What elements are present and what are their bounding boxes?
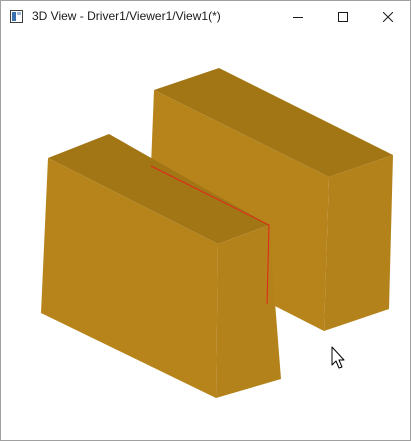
app-window-icon [10,10,23,23]
maximize-button[interactable] [320,1,365,32]
3d-scene [41,68,393,398]
window-title: 3D View - Driver1/Viewer1/View1(*) [32,9,221,23]
close-button[interactable] [365,1,410,32]
minimize-icon [292,16,303,18]
minimize-button[interactable] [275,1,320,32]
3d-viewport[interactable] [1,32,410,440]
maximize-icon [337,11,348,22]
close-icon [382,11,393,22]
mouse-pointer-icon [331,346,345,369]
window: 3D View - Driver1/Viewer1/View1(*) [0,0,411,441]
back-block-right-face [324,155,393,331]
title-bar[interactable]: 3D View - Driver1/Viewer1/View1(*) [1,1,410,32]
